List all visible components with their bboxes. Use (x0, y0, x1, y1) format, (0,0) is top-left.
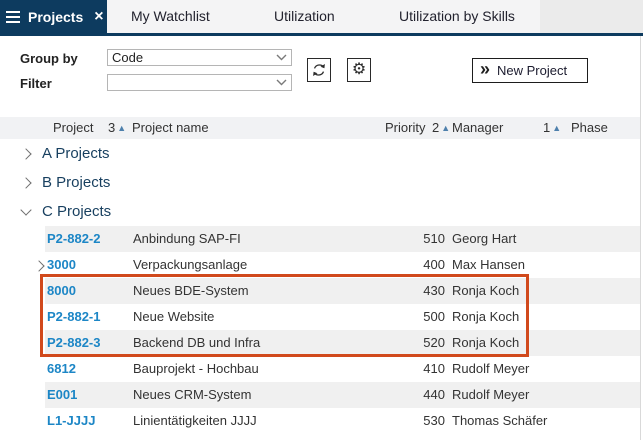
tab-projects-label: Projects (28, 8, 84, 25)
table-row[interactable]: 6812 Bauprojekt - Hochbau 410 Rudolf Mey… (0, 356, 641, 382)
menu-icon[interactable] (6, 10, 20, 23)
priority-cell: 400 (423, 257, 445, 272)
table-row[interactable]: E001 Neues CRM-System 440 Rudolf Meyer (0, 382, 641, 408)
filter-select[interactable] (107, 74, 292, 91)
new-project-button[interactable]: » New Project (472, 58, 588, 83)
chevron-right-icon[interactable] (20, 147, 32, 160)
table-row[interactable]: P2-882-2 Anbindung SAP-FI 510 Georg Hart (0, 226, 641, 252)
priority-cell: 530 (423, 413, 445, 428)
project-name-cell: Backend DB und Infra (133, 335, 261, 350)
project-id-link[interactable]: L1-JJJJ (47, 408, 95, 434)
priority-cell: 430 (423, 283, 445, 298)
tab-utilization-by-skills[interactable]: Utilization by Skills (399, 0, 515, 33)
sort-asc-icon: ▲ (552, 123, 562, 133)
table-header: Project 3 ▲ Project name Priority 2 ▲ Mana… (0, 117, 641, 139)
project-name-cell: Anbindung SAP-FI (133, 231, 241, 246)
chevron-down-icon[interactable] (20, 204, 32, 216)
chevron-right-icon[interactable] (20, 176, 32, 189)
tab-underline (0, 33, 643, 36)
column-header-priority[interactable]: Priority (385, 117, 425, 139)
manager-cell: Thomas Schäfer (452, 413, 548, 428)
chevron-down-icon (276, 54, 287, 61)
settings-button[interactable]: ⚙ (347, 58, 371, 82)
table-body: A Projects B Projects C Projects P2-882-… (0, 139, 641, 434)
project-id-link[interactable]: 6812 (47, 356, 76, 382)
project-name-cell: Neue Website (133, 309, 215, 324)
sort-badge-priority: 2 ▲ (432, 120, 451, 135)
tab-bar: Projects × My Watchlist Utilization Util… (0, 0, 643, 36)
manager-cell: Ronja Koch (452, 309, 520, 324)
project-name-cell: Neues CRM-System (133, 387, 252, 402)
pane-right-border (640, 36, 641, 440)
manager-cell: Max Hansen (452, 257, 525, 272)
refresh-icon (313, 64, 325, 76)
manager-cell: Georg Hart (452, 231, 517, 246)
table-row[interactable]: 3000 Verpackungsanlage 400 Max Hansen (0, 252, 641, 278)
manager-cell: Ronja Koch (452, 335, 520, 350)
priority-cell: 410 (423, 361, 445, 376)
expand-chevron-icon[interactable] (33, 260, 45, 272)
project-id-link[interactable]: P2-882-3 (47, 330, 100, 356)
project-name-cell: Bauprojekt - Hochbau (133, 361, 259, 376)
refresh-button[interactable] (307, 58, 331, 82)
table-row[interactable]: P2-882-3 Backend DB und Infra 520 Ronja … (0, 330, 641, 356)
group-by-select[interactable]: Code (107, 49, 292, 66)
table-row[interactable]: L1-JJJJ Linientätigkeiten JJJJ 530 Thoma… (0, 408, 641, 434)
sort-asc-icon: ▲ (117, 123, 127, 133)
project-id-link[interactable]: P2-882-1 (47, 304, 100, 330)
column-header-phase[interactable]: Phase (571, 117, 608, 139)
group-row-c-projects[interactable]: C Projects (0, 197, 641, 226)
column-header-project-name[interactable]: Project name (132, 117, 209, 139)
manager-cell: Ronja Koch (452, 283, 520, 298)
project-id-link[interactable]: P2-882-2 (47, 226, 100, 252)
group-label: B Projects (42, 174, 111, 191)
priority-cell: 510 (423, 231, 445, 246)
chevron-down-icon (276, 79, 287, 86)
sort-asc-icon: ▲ (441, 123, 451, 133)
group-by-label: Group by (20, 51, 78, 66)
double-chevron-icon: » (480, 59, 491, 79)
group-by-value: Code (112, 50, 144, 65)
group-row-b-projects[interactable]: B Projects (0, 168, 641, 197)
tab-my-watchlist[interactable]: My Watchlist (131, 0, 210, 33)
gear-icon: ⚙ (351, 61, 367, 78)
project-name-cell: Neues BDE-System (133, 283, 249, 298)
new-project-label: New Project (497, 63, 568, 78)
table-row[interactable]: P2-882-1 Neue Website 500 Ronja Koch (0, 304, 641, 330)
projects-app-window: Projects × My Watchlist Utilization Util… (0, 0, 643, 440)
manager-cell: Rudolf Meyer (452, 361, 530, 376)
sort-badge-project: 3 ▲ (108, 120, 127, 135)
table-row[interactable]: 8000 Neues BDE-System 430 Ronja Koch (0, 278, 641, 304)
group-row-a-projects[interactable]: A Projects (0, 139, 641, 168)
manager-cell: Rudolf Meyer (452, 387, 530, 402)
sort-badge-manager: 1 ▲ (543, 120, 562, 135)
column-header-project[interactable]: Project (53, 117, 93, 139)
filter-label: Filter (20, 76, 52, 91)
group-label: C Projects (42, 203, 112, 220)
project-id-link[interactable]: 3000 (47, 252, 76, 278)
tab-utilization[interactable]: Utilization (274, 0, 335, 33)
project-id-link[interactable]: E001 (47, 382, 77, 408)
close-tab-icon[interactable]: × (94, 8, 103, 25)
tab-projects[interactable]: Projects × (0, 0, 107, 33)
project-id-link[interactable]: 8000 (47, 278, 76, 304)
priority-cell: 500 (423, 309, 445, 324)
column-header-manager[interactable]: Manager (452, 117, 503, 139)
project-name-cell: Verpackungsanlage (133, 257, 248, 272)
group-label: A Projects (42, 145, 110, 162)
priority-cell: 520 (423, 335, 445, 350)
priority-cell: 440 (423, 387, 445, 402)
tab-bar-filler (540, 0, 643, 33)
project-name-cell: Linientätigkeiten JJJJ (133, 413, 257, 428)
